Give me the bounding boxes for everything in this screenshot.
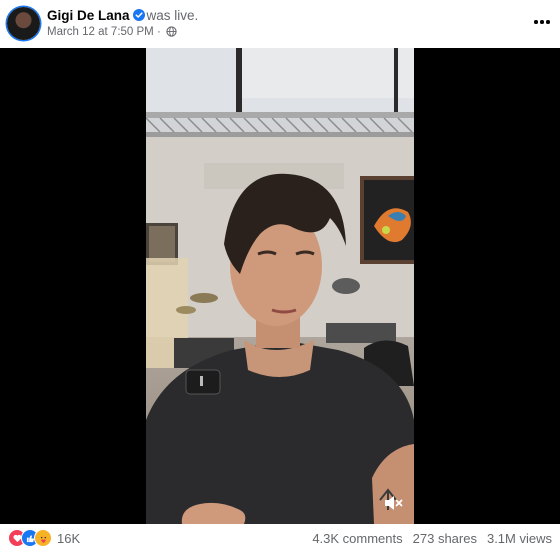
author-line: Gigi De Lana was live. [47,8,198,24]
more-horizontal-icon [534,20,538,24]
reactions-summary[interactable]: 16K [8,529,80,547]
views-count: 3.1M views [486,531,552,546]
reaction-count[interactable]: 16K [57,531,80,546]
post-footer: 16K 4.3K comments 273 shares 3.1M views [0,524,560,552]
video-still [146,48,414,524]
post-meta: March 12 at 7:50 PM · [47,26,177,38]
globe-icon [166,26,177,37]
engagement-stats: 4.3K comments 273 shares 3.1M views [312,531,552,546]
more-options-button[interactable] [532,12,552,32]
comments-count[interactable]: 4.3K comments [312,531,402,546]
video-frame[interactable] [146,48,414,524]
shares-count[interactable]: 273 shares [413,531,477,546]
video-player[interactable] [0,48,560,524]
author-name[interactable]: Gigi De Lana [47,8,130,23]
post-header: Gigi De Lana was live. March 12 at 7:50 P… [0,0,560,48]
status-text: was live. [146,8,199,23]
meta-separator: · [156,26,161,38]
avatar[interactable] [7,7,40,40]
care-reaction-icon [34,529,52,547]
volume-muted-icon[interactable] [382,492,404,514]
post-timestamp[interactable]: March 12 at 7:50 PM [47,26,154,38]
verified-badge-icon [132,9,145,21]
